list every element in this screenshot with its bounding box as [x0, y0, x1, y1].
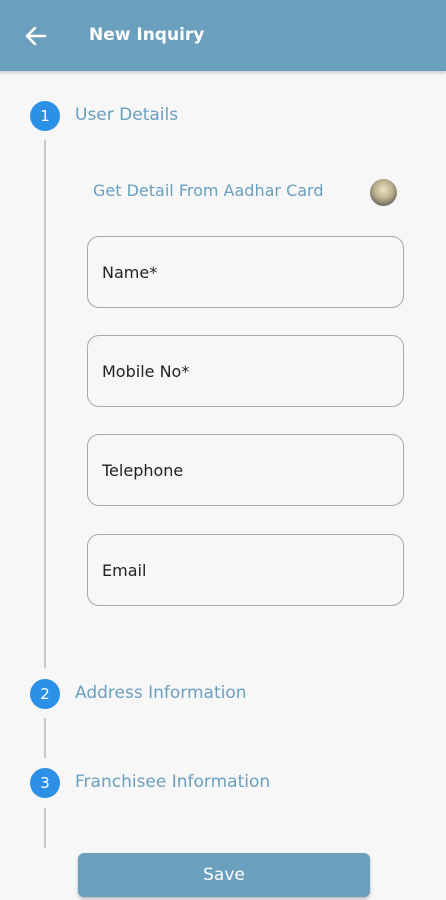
- arrow-left-icon: [25, 26, 47, 46]
- page-title: New Inquiry: [89, 25, 205, 45]
- mobile-field[interactable]: [87, 335, 404, 407]
- step-connector-2: [44, 718, 46, 758]
- telephone-field[interactable]: [87, 434, 404, 506]
- step-1-title[interactable]: User Details: [75, 105, 178, 125]
- mobile-input[interactable]: [88, 336, 403, 406]
- step-2-indicator[interactable]: 2: [30, 679, 60, 709]
- telephone-input[interactable]: [88, 435, 403, 505]
- name-field[interactable]: [87, 236, 404, 308]
- step-3-indicator[interactable]: 3: [30, 768, 60, 798]
- back-button[interactable]: [16, 22, 56, 50]
- step-connector-3: [44, 808, 46, 848]
- step-3-title[interactable]: Franchisee Information: [75, 772, 270, 792]
- aadhar-detail-link[interactable]: Get Detail From Aadhar Card: [93, 181, 324, 200]
- app-bar: New Inquiry: [0, 0, 446, 71]
- name-input[interactable]: [88, 237, 403, 307]
- step-1-indicator[interactable]: 1: [30, 101, 60, 131]
- email-field[interactable]: [87, 534, 404, 606]
- email-input[interactable]: [88, 535, 403, 605]
- step-connector-1: [44, 140, 46, 668]
- aadhar-logo-icon[interactable]: [370, 179, 397, 206]
- save-button[interactable]: Save: [78, 853, 370, 897]
- step-2-title[interactable]: Address Information: [75, 683, 247, 703]
